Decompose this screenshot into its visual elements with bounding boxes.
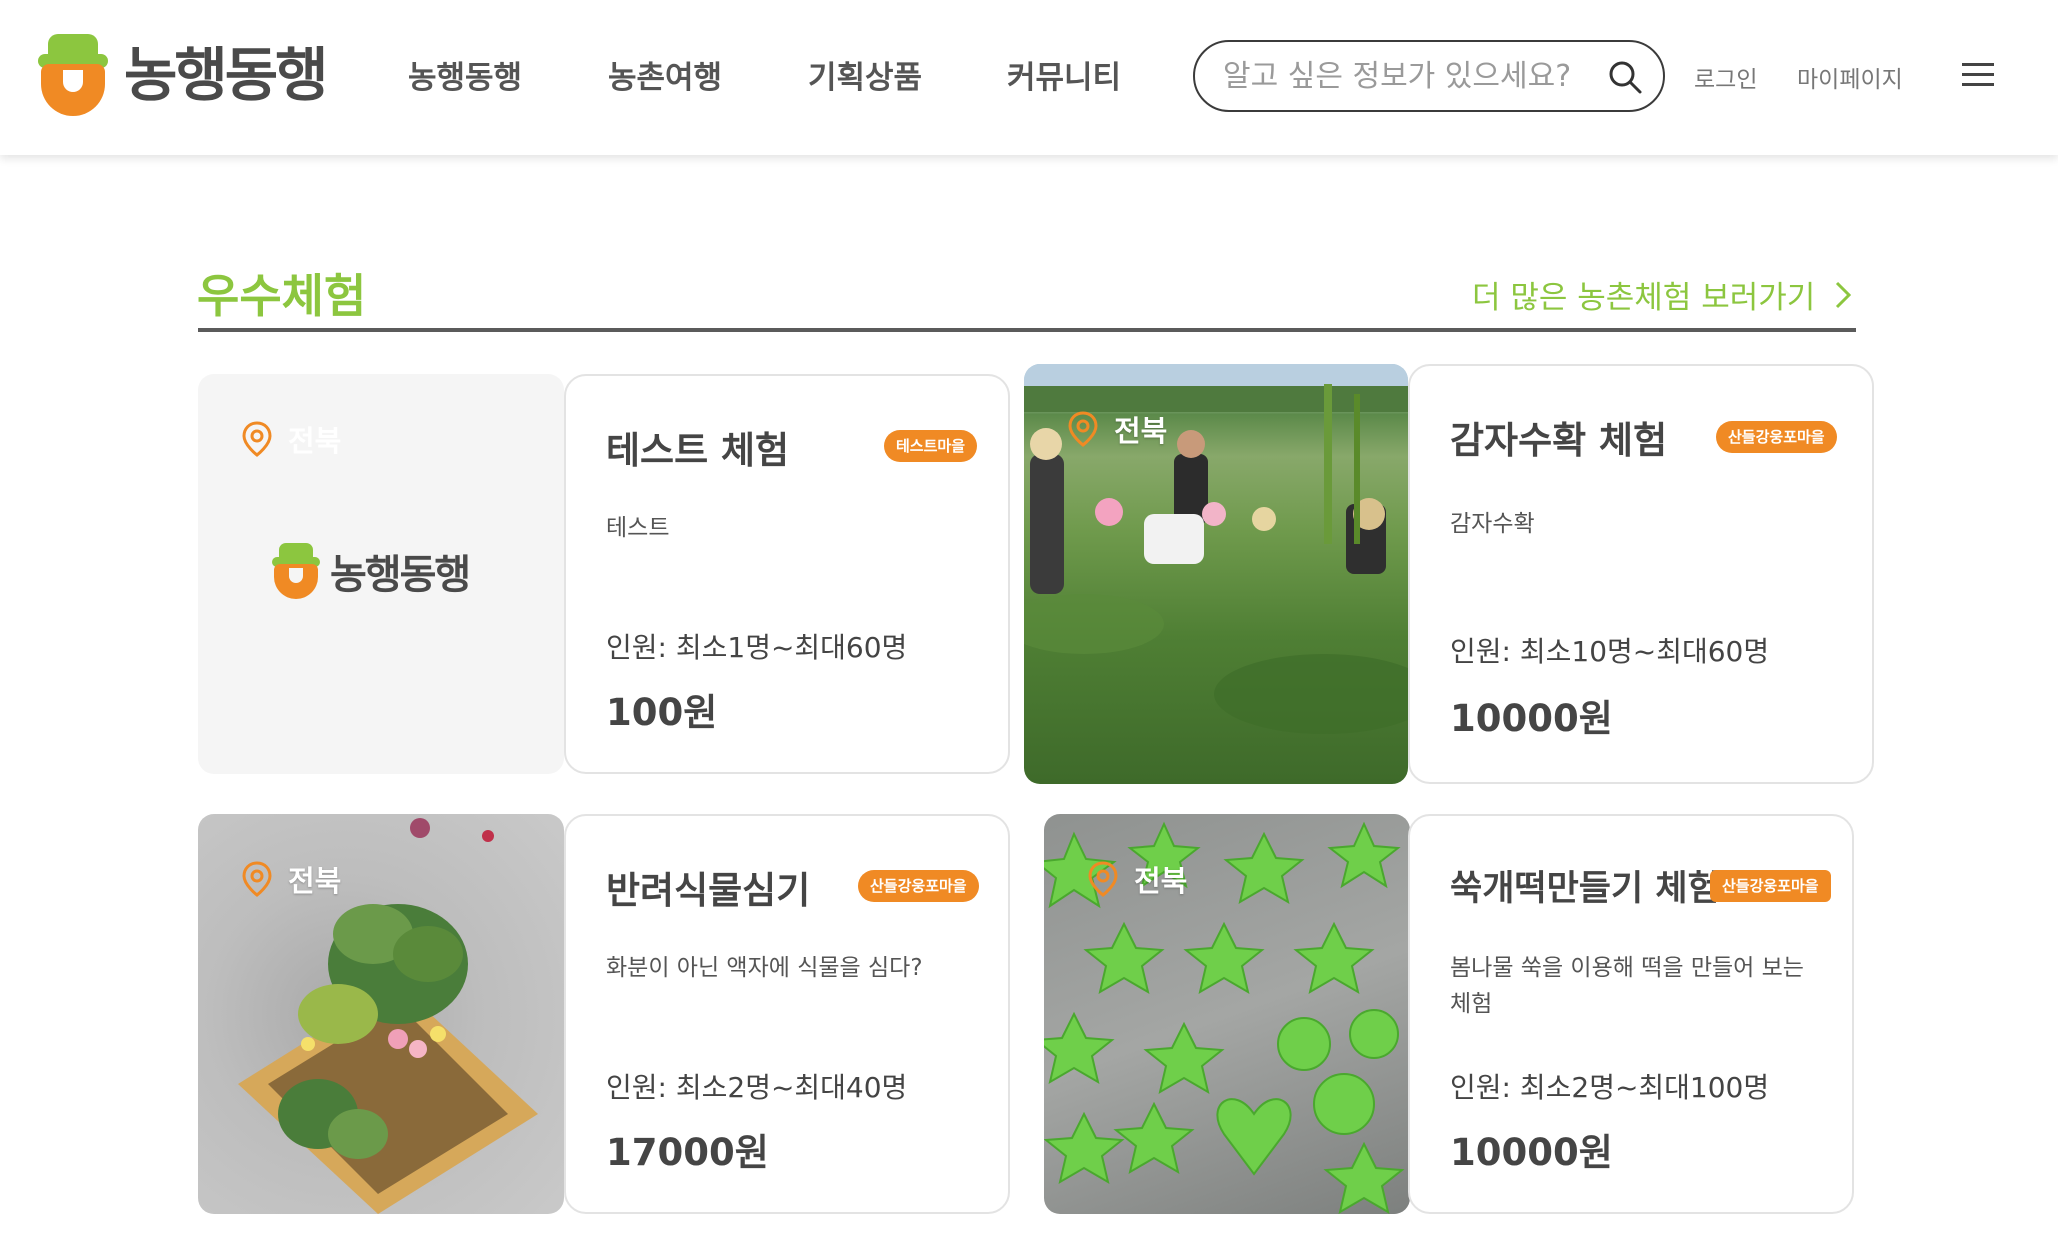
location-label: 전북: [288, 864, 342, 898]
search-input[interactable]: [1223, 58, 1603, 94]
location-label: 전북: [1134, 864, 1188, 898]
section-divider: [198, 328, 1856, 332]
farmer-logo-icon: [272, 543, 320, 599]
placeholder-logo-text: 농행동행: [330, 552, 471, 598]
nav-item-special-products[interactable]: 기획상품: [808, 52, 922, 97]
nav-item-community[interactable]: 커뮤니티: [1007, 52, 1121, 97]
card-capacity: 인원: 최소2명~최대100명: [1450, 1071, 1770, 1104]
card-thumbnail[interactable]: 전북 농행동행: [198, 374, 564, 774]
mypage-link[interactable]: 마이페이지: [1797, 60, 1903, 94]
card-price: 100원: [606, 691, 718, 734]
location-tag: 전북: [242, 418, 341, 460]
location-pin-icon: [1088, 861, 1118, 897]
card-title: 반려식물심기: [606, 869, 811, 912]
card-thumbnail[interactable]: 전북: [1044, 814, 1410, 1214]
logo-text: 농행동행: [124, 41, 328, 109]
more-link-label: 더 많은 농촌체험 보러가기: [1472, 280, 1816, 316]
more-experiences-link[interactable]: 더 많은 농촌체험 보러가기: [1472, 272, 1852, 317]
search-box: [1193, 40, 1665, 112]
experience-card[interactable]: 테스트 체험 테스트마을 테스트 인원: 최소1명~최대60명 100원: [564, 374, 1010, 774]
card-price: 10000원: [1450, 697, 1613, 740]
village-badge: 테스트마을: [884, 430, 978, 462]
card-title: 테스트 체험: [606, 429, 790, 472]
location-label: 전북: [1114, 414, 1168, 448]
search-icon[interactable]: [1607, 59, 1643, 95]
card-price: 10000원: [1450, 1131, 1613, 1174]
login-link[interactable]: 로그인: [1694, 60, 1757, 94]
site-logo[interactable]: 농행동행: [38, 34, 328, 116]
nav-item-rural-travel[interactable]: 농촌여행: [608, 52, 722, 97]
card-capacity: 인원: 최소10명~최대60명: [1450, 635, 1770, 668]
hamburger-menu-icon[interactable]: [1962, 63, 1994, 87]
location-tag: 전북: [1068, 408, 1167, 450]
card-capacity: 인원: 최소1명~최대60명: [606, 631, 908, 664]
experience-card[interactable]: 감자수확 체험 산들강웅포마을 감자수확 인원: 최소10명~최대60명 100…: [1408, 364, 1874, 784]
chevron-right-icon: [1836, 281, 1852, 308]
placeholder-logo: 농행동행: [272, 542, 471, 600]
card-title: 쑥개떡만들기 체험: [1450, 869, 1720, 909]
nav-item-nonghaeng[interactable]: 농행동행: [408, 52, 522, 97]
card-description: 봄나물 쑥을 이용해 떡을 만들어 보는 체험: [1450, 955, 1804, 1017]
location-pin-icon: [1068, 411, 1098, 447]
site-header: 농행동행 농행동행 농촌여행 기획상품 커뮤니티 로그인 마이페이지: [0, 0, 2058, 155]
village-badge: 산들강웅포마을: [1710, 870, 1831, 902]
location-pin-icon: [242, 861, 272, 897]
experience-card[interactable]: 쑥개떡만들기 체험 산들강웅포마을 봄나물 쑥을 이용해 떡을 만들어 보는 체…: [1408, 814, 1854, 1214]
location-tag: 전북: [242, 858, 341, 900]
location-pin-icon: [242, 421, 272, 457]
card-thumbnail[interactable]: 전북: [198, 814, 564, 1214]
location-label: 전북: [288, 424, 342, 458]
card-description: 화분이 아닌 액자에 식물을 심다?: [606, 955, 923, 981]
card-description: 테스트: [606, 515, 670, 541]
card-price: 17000원: [606, 1131, 769, 1174]
village-badge: 산들강웅포마을: [1716, 421, 1837, 453]
section-title: 우수체험: [197, 269, 367, 323]
card-title: 감자수확 체험: [1450, 419, 1668, 462]
experience-card[interactable]: 반려식물심기 산들강웅포마을 화분이 아닌 액자에 식물을 심다? 인원: 최소…: [564, 814, 1010, 1214]
farmer-logo-icon: [38, 34, 108, 116]
village-badge: 산들강웅포마을: [858, 870, 979, 902]
card-capacity: 인원: 최소2명~최대40명: [606, 1071, 908, 1104]
card-description: 감자수확: [1450, 511, 1535, 537]
location-tag: 전북: [1088, 858, 1187, 900]
card-thumbnail[interactable]: 전북: [1024, 364, 1408, 784]
